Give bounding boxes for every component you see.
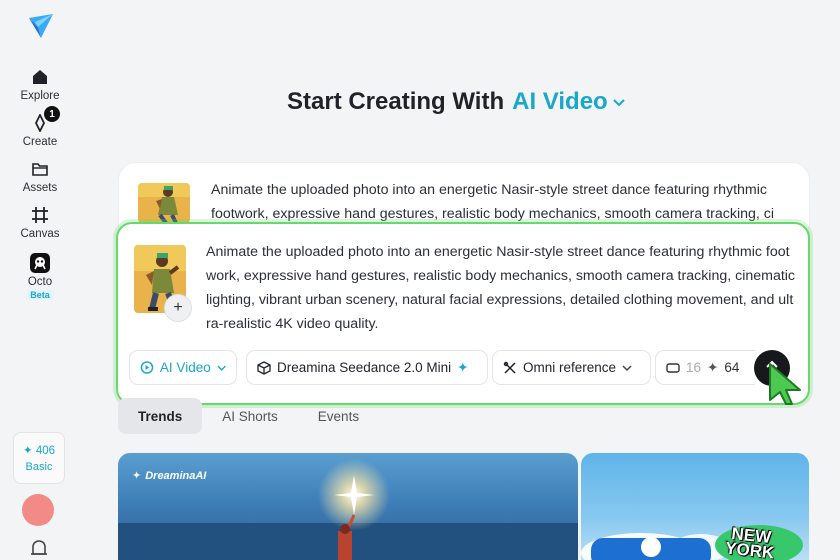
video-icon	[140, 361, 154, 374]
watermark-text: DreaminaAI	[145, 469, 207, 482]
watermark: ✦ DreaminaAI	[132, 469, 207, 483]
credits-box[interactable]: ✦ 406 Basic	[13, 432, 65, 484]
credit-cost-label: 64	[724, 360, 740, 375]
beta-tag: Beta	[26, 290, 54, 300]
mode-selector[interactable]: AI Video	[512, 88, 608, 116]
avatar[interactable]	[22, 494, 54, 526]
mouse-cursor-icon	[769, 363, 801, 405]
page-title: Start Creating With AI Video	[287, 88, 626, 116]
canvas-icon	[29, 204, 51, 226]
sidebar-item-create[interactable]: 1 Create	[8, 106, 72, 148]
plus-icon: +	[173, 299, 183, 316]
chevron-down-icon	[217, 365, 226, 371]
sidebar-item-label: Canvas	[20, 228, 60, 240]
sidebar-item-assets[interactable]: Assets	[8, 158, 72, 194]
credits-count: ✦ 406	[23, 443, 55, 457]
reference-mode-label: Omni reference	[523, 360, 617, 375]
prompt-text-background: Animate the uploaded photo into an energ…	[211, 182, 775, 222]
sparkle-icon: ✦	[457, 359, 469, 375]
tab-trends[interactable]: Trends	[118, 398, 203, 434]
chevron-down-icon[interactable]	[612, 98, 626, 108]
credits-value: 406	[35, 445, 56, 457]
sidebar-item-octo[interactable]: Octo Beta	[8, 252, 72, 300]
omni-reference-icon	[503, 361, 516, 374]
cube-icon	[257, 360, 271, 375]
plan-label: Basic	[25, 461, 53, 473]
generation-type-label: AI Video	[159, 360, 211, 375]
bell-icon[interactable]	[30, 538, 48, 560]
aspect-ratio-label: 16	[686, 360, 702, 375]
generation-type-dropdown[interactable]: AI Video	[129, 350, 237, 385]
chevron-down-icon	[622, 364, 632, 371]
sidebar-item-label: Octo	[27, 276, 53, 288]
octo-icon	[29, 252, 51, 274]
home-icon	[29, 66, 51, 88]
model-selector[interactable]: Dreamina Seedance 2.0 Mini ✦	[246, 350, 488, 385]
create-badge: 1	[44, 106, 60, 122]
uploaded-photo-thumbnail	[138, 183, 190, 223]
content-tabs: Trends AI Shorts Events	[118, 398, 379, 434]
add-image-button[interactable]: +	[164, 294, 192, 322]
sidebar-item-label: Assets	[22, 182, 58, 194]
ny-line-2: YORK	[724, 538, 776, 560]
sparkle-icon: ✦	[707, 359, 719, 375]
sidebar-item-explore[interactable]: Explore	[8, 66, 72, 102]
new-york-badge-text: NEW YORK	[724, 524, 777, 560]
tab-events[interactable]: Events	[298, 398, 379, 434]
dreamina-logo[interactable]	[25, 10, 55, 40]
sidebar-item-label: Create	[22, 136, 58, 148]
settings-summary[interactable]: 16 ✦ 64	[655, 350, 755, 385]
prompt-input[interactable]: Animate the uploaded photo into an energ…	[206, 240, 796, 336]
folder-icon	[29, 158, 51, 180]
dreamina-logo-icon: ✦	[132, 470, 142, 482]
page-title-text: Start Creating With	[287, 88, 505, 115]
tab-ai-shorts[interactable]: AI Shorts	[202, 398, 298, 434]
reference-mode-dropdown[interactable]: Omni reference	[492, 350, 651, 385]
gallery-item[interactable]: ✦ DreaminaAI	[118, 453, 578, 560]
sparkle-icon: ✦	[22, 445, 33, 457]
sidebar-item-canvas[interactable]: Canvas	[8, 204, 72, 240]
aspect-ratio-icon	[666, 362, 680, 373]
model-label: Dreamina Seedance 2.0 Mini	[277, 360, 452, 375]
sidebar-item-label: Explore	[20, 90, 60, 102]
